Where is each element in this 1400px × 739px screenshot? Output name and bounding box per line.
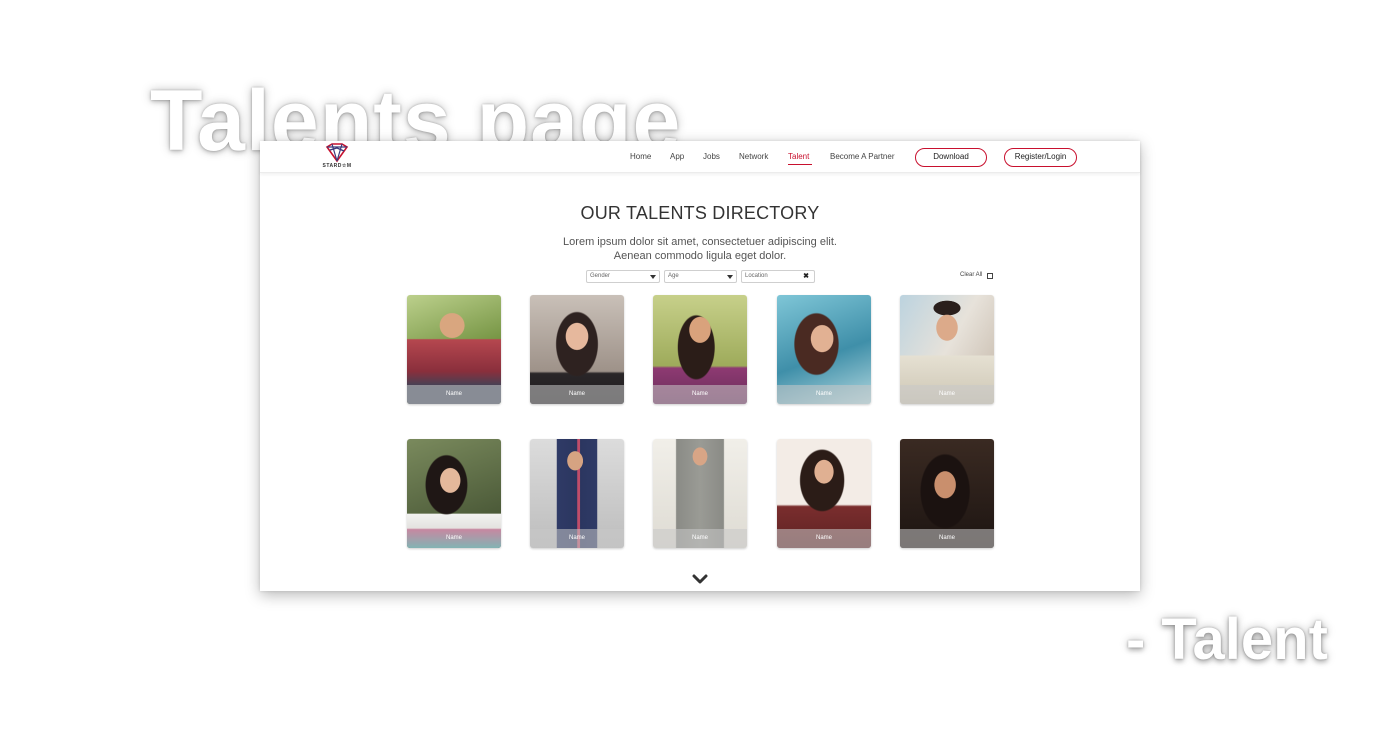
clear-all-checkbox[interactable] [987, 273, 993, 279]
nav-item-talent[interactable]: Talent [788, 152, 809, 161]
talent-name: Name [530, 529, 624, 548]
register-login-button[interactable]: Register/Login [1004, 148, 1077, 167]
clear-location-icon[interactable]: ✖ [803, 271, 809, 282]
talent-card[interactable]: Name [530, 295, 624, 404]
download-button[interactable]: Download [915, 148, 987, 167]
age-select-label: Age [668, 273, 679, 279]
talent-card[interactable]: Name [900, 439, 994, 548]
talent-card[interactable]: Name [653, 439, 747, 548]
intro-line-1: Lorem ipsum dolor sit amet, consectetuer… [563, 236, 837, 248]
talent-name: Name [407, 385, 501, 404]
talent-name: Name [407, 529, 501, 548]
talent-name: Name [530, 385, 624, 404]
talent-name: Name [777, 385, 871, 404]
nav-item-network[interactable]: Network [739, 152, 768, 161]
overlay-subtitle: - Talent [1126, 607, 1328, 672]
chevron-down-icon[interactable] [692, 574, 708, 586]
nav-item-jobs[interactable]: Jobs [703, 152, 720, 161]
page-title: OUR TALENTS DIRECTORY [580, 203, 820, 223]
talent-card[interactable]: Name [777, 295, 871, 404]
gender-select[interactable]: Gender [586, 270, 660, 283]
gender-select-label: Gender [590, 273, 611, 279]
talent-name: Name [900, 529, 994, 548]
talent-name: Name [900, 385, 994, 404]
brand-logo[interactable]: STARD☆M [322, 143, 352, 173]
talent-card[interactable]: Name [407, 439, 501, 548]
caret-down-icon [650, 275, 656, 279]
intro-line-2: Aenean commodo ligula eget dolor. [613, 250, 787, 262]
nav-item-app[interactable]: App [670, 152, 684, 161]
page-frame: STARD☆M Home App Jobs Network Talent Bec… [260, 141, 1140, 591]
talent-card[interactable]: Name [407, 295, 501, 404]
nav-item-become-partner[interactable]: Become A Partner [830, 152, 894, 161]
talent-name: Name [653, 529, 747, 548]
talent-name: Name [777, 529, 871, 548]
location-input-placeholder: Location [745, 273, 768, 279]
nav-item-home[interactable]: Home [630, 152, 651, 161]
active-nav-underline [788, 164, 812, 165]
talent-card[interactable]: Name [530, 439, 624, 548]
talent-card[interactable]: Name [653, 295, 747, 404]
brand-logo-text: STARD☆M [322, 163, 352, 169]
top-navbar: STARD☆M Home App Jobs Network Talent Bec… [260, 141, 1140, 173]
page-intro: Lorem ipsum dolor sit amet, consectetuer… [260, 235, 1140, 263]
talent-card[interactable]: Name [777, 439, 871, 548]
location-input[interactable]: Location ✖ [741, 270, 815, 283]
talent-name: Name [653, 385, 747, 404]
diamond-logo-icon [325, 143, 349, 163]
age-select[interactable]: Age [664, 270, 737, 283]
clear-all-link[interactable]: Clear All [960, 272, 982, 278]
caret-down-icon [727, 275, 733, 279]
talent-card[interactable]: Name [900, 295, 994, 404]
